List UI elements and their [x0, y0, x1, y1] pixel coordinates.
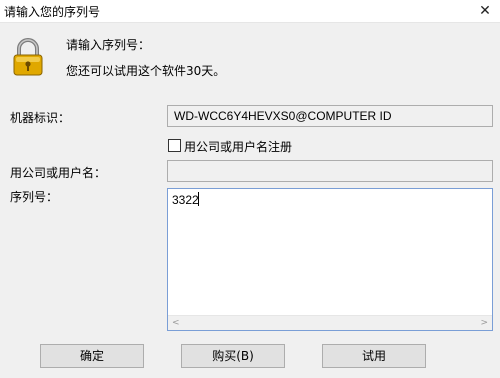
checkbox-label[interactable]: 用公司或用户名注册	[184, 138, 292, 155]
trial-remaining-text: 您还可以试用这个软件30天。	[66, 64, 226, 78]
scroll-right-icon[interactable]: >	[480, 316, 488, 330]
horizontal-scrollbar[interactable]: < >	[168, 315, 492, 330]
window-title: 请输入您的序列号	[4, 5, 101, 19]
close-button[interactable]: ✕	[476, 2, 494, 20]
text-caret	[198, 192, 199, 206]
company-field[interactable]	[167, 160, 493, 182]
serial-label: 序列号：	[10, 190, 59, 204]
ok-button[interactable]: 确定	[40, 344, 144, 368]
machine-id-label: 机器标识：	[10, 111, 71, 125]
scroll-left-icon[interactable]: <	[172, 316, 180, 330]
title-bar: 请输入您的序列号 ✕	[0, 0, 500, 23]
lock-icon	[11, 38, 45, 76]
buy-button[interactable]: 购买(B)	[181, 344, 285, 368]
prompt-title: 请输入序列号：	[66, 38, 151, 52]
company-label: 用公司或用户名：	[10, 166, 107, 180]
checkbox-box[interactable]	[168, 139, 181, 152]
trial-button[interactable]: 试用	[322, 344, 426, 368]
serial-textarea[interactable]: 3322 < >	[167, 188, 493, 331]
machine-id-field[interactable]: WD-WCC6Y4HEVXS0@COMPUTER ID	[167, 105, 493, 127]
serial-value[interactable]: 3322	[172, 193, 199, 207]
